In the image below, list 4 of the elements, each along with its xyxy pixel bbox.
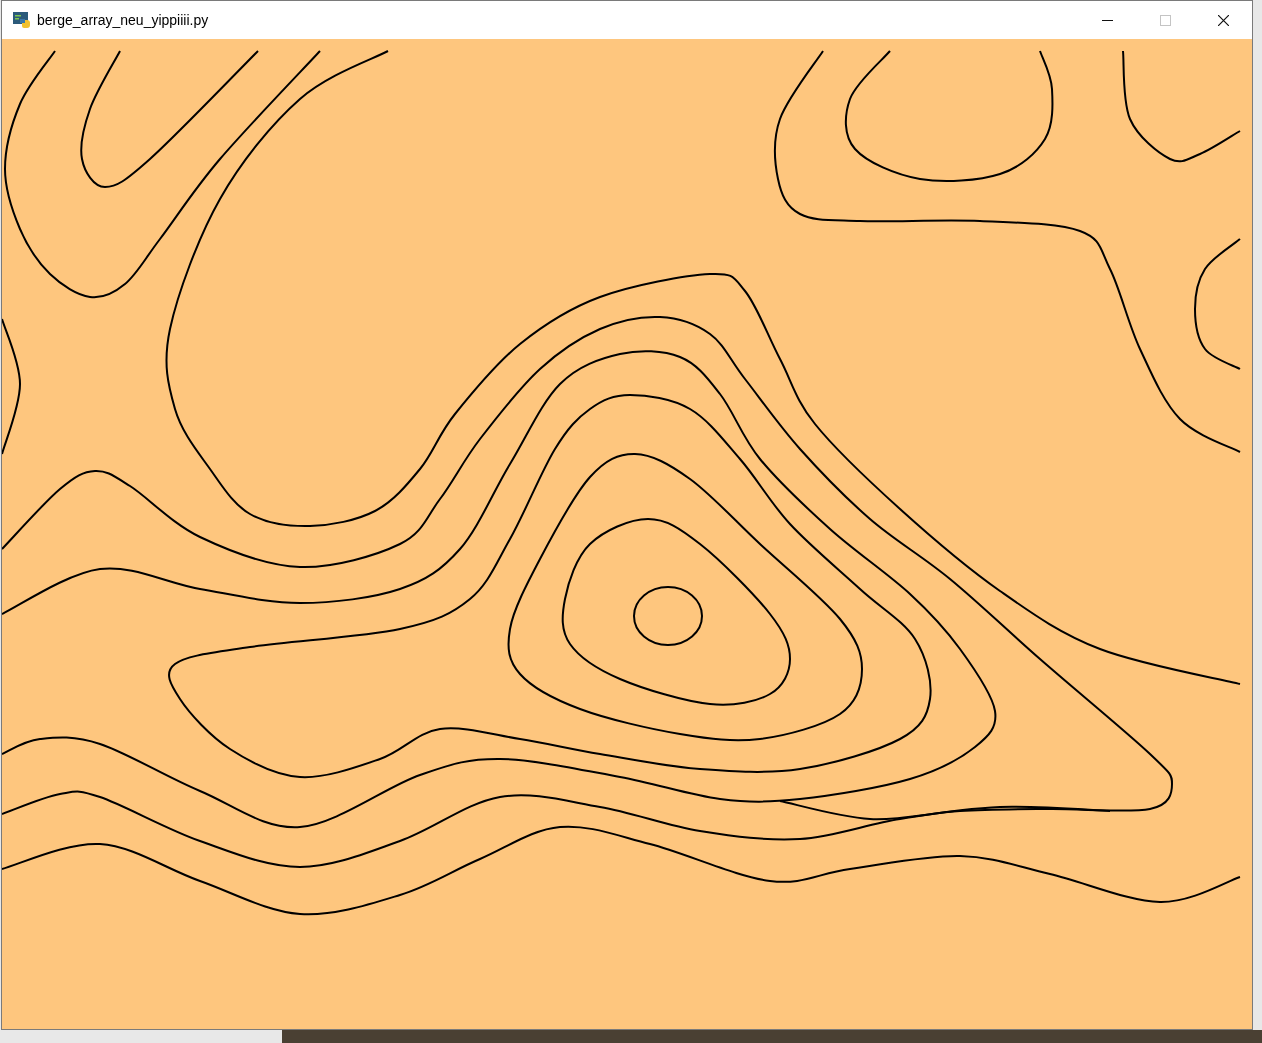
python-icon bbox=[13, 11, 31, 29]
window-title: berge_array_neu_yippiiii.py bbox=[37, 10, 209, 30]
close-icon bbox=[1217, 14, 1229, 26]
maximize-icon bbox=[1159, 14, 1171, 26]
